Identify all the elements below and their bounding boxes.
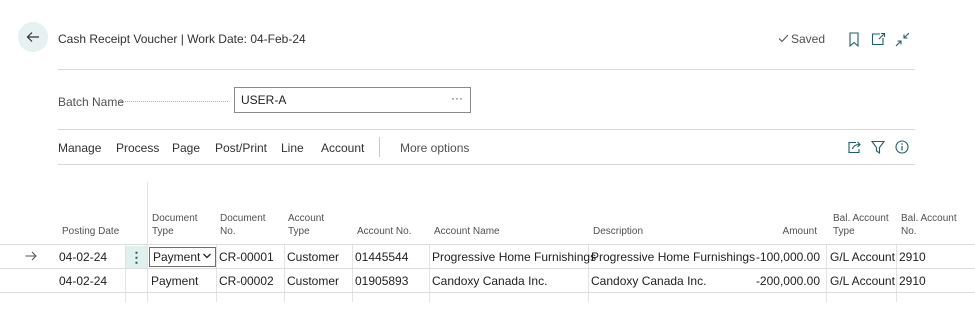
menu-post-print[interactable]: Post/Print [215, 141, 267, 155]
row1-description[interactable]: Progressive Home Furnishings [591, 250, 755, 264]
share-icon [847, 141, 861, 154]
column-divider [352, 244, 353, 302]
header-amount[interactable]: Amount [760, 225, 817, 238]
row1-posting-date[interactable]: 04-02-24 [59, 250, 107, 264]
row2-bal-account-no[interactable]: 2910 [899, 274, 926, 288]
row2-amount[interactable]: -200,000.00 [740, 274, 820, 288]
header-posting-date[interactable]: Posting Date [62, 225, 119, 238]
collapse-icon [895, 32, 909, 46]
column-divider [826, 244, 827, 302]
batch-name-input[interactable]: USER-A ··· [234, 87, 471, 113]
row1-document-type-select[interactable]: Payment [149, 247, 216, 267]
row1-bal-account-type[interactable]: G/L Account [830, 250, 895, 264]
header-bal-account-type[interactable]: Bal. Account Type [833, 212, 889, 238]
open-in-new-window-icon [871, 32, 885, 46]
header-document-no[interactable]: Document No. [220, 212, 266, 238]
filter-icon [871, 140, 885, 154]
header-bal-account-no-line1: Bal. Account [901, 213, 957, 224]
menu-page[interactable]: Page [172, 141, 200, 155]
menu-line[interactable]: Line [281, 141, 304, 155]
header-bal-account-type-line2: Type [833, 226, 855, 237]
column-divider [429, 244, 430, 302]
header-bal-account-no-line2: No. [901, 226, 917, 237]
menu-manage[interactable]: Manage [58, 141, 101, 155]
row-divider [0, 292, 975, 293]
vertical-ellipsis-icon: ⋮ [129, 248, 144, 265]
row2-document-no[interactable]: CR-00002 [219, 274, 274, 288]
actions-divider [58, 164, 915, 165]
row1-account-name[interactable]: Progressive Home Furnishings [432, 250, 596, 264]
info-icon [895, 140, 909, 154]
menu-separator [379, 137, 380, 157]
bookmark-button[interactable] [845, 30, 863, 48]
row2-bal-account-type[interactable]: G/L Account [830, 274, 895, 288]
row2-account-type[interactable]: Customer [287, 274, 339, 288]
batch-lookup-button[interactable]: ··· [451, 91, 463, 105]
header-document-no-line1: Document [220, 213, 266, 224]
arrow-left-icon [26, 32, 39, 42]
header-document-type[interactable]: Document Type [152, 212, 198, 238]
row1-account-no[interactable]: 01445544 [355, 250, 408, 264]
row1-amount[interactable]: -100,000.00 [740, 250, 820, 264]
row-divider [0, 268, 975, 269]
row2-account-no[interactable]: 01905893 [355, 274, 408, 288]
row2-posting-date[interactable]: 04-02-24 [59, 274, 107, 288]
bookmark-icon [849, 31, 859, 47]
row2-account-name[interactable]: Candoxy Canada Inc. [432, 274, 547, 288]
collapse-button[interactable] [893, 30, 911, 48]
batch-divider [58, 129, 915, 130]
header-account-no[interactable]: Account No. [357, 225, 411, 238]
saved-status: Saved [778, 32, 825, 46]
header-document-type-line1: Document [152, 213, 198, 224]
row-arrow-icon [25, 250, 37, 264]
share-button[interactable] [845, 138, 863, 156]
more-options-button[interactable]: More options [400, 141, 469, 155]
info-button[interactable] [893, 138, 911, 156]
header-account-type-line1: Account [288, 213, 325, 224]
header-divider [58, 69, 915, 70]
column-divider [284, 244, 285, 302]
header-document-type-line2: Type [152, 226, 174, 237]
page-title: Cash Receipt Voucher | Work Date: 04-Feb… [58, 32, 306, 46]
label-leader-dots [120, 101, 228, 102]
column-divider [896, 244, 897, 302]
header-document-no-line2: No. [220, 226, 236, 237]
header-bal-account-no[interactable]: Bal. Account No. [901, 212, 957, 238]
row2-document-type[interactable]: Payment [151, 274, 198, 288]
menu-account[interactable]: Account [321, 141, 364, 155]
header-account-type-line2: Type [288, 226, 310, 237]
row1-actions-button[interactable]: ⋮ [126, 246, 147, 268]
journal-lines-table: Posting Date Document Type Document No. … [0, 0, 975, 310]
header-divider [0, 244, 975, 245]
row1-document-no[interactable]: CR-00001 [219, 250, 274, 264]
column-divider [147, 182, 148, 302]
header-account-name[interactable]: Account Name [434, 225, 500, 238]
column-divider [216, 244, 217, 302]
header-account-type[interactable]: Account Type [288, 212, 324, 238]
row2-description[interactable]: Candoxy Canada Inc. [591, 274, 706, 288]
header-bal-account-type-line1: Bal. Account [833, 213, 889, 224]
checkmark-icon [778, 32, 789, 46]
row1-document-type: Payment [153, 250, 201, 264]
row1-account-type[interactable]: Customer [287, 250, 339, 264]
row1-bal-account-no[interactable]: 2910 [899, 250, 926, 264]
batch-name-value: USER-A [241, 93, 287, 107]
open-new-window-button[interactable] [869, 30, 887, 48]
header-description[interactable]: Description [593, 225, 643, 238]
back-button[interactable] [18, 22, 48, 52]
filter-button[interactable] [869, 138, 887, 156]
menu-process[interactable]: Process [116, 141, 159, 155]
batch-name-label: Batch Name [58, 95, 125, 109]
chevron-down-icon [202, 250, 212, 264]
saved-label: Saved [791, 32, 826, 46]
